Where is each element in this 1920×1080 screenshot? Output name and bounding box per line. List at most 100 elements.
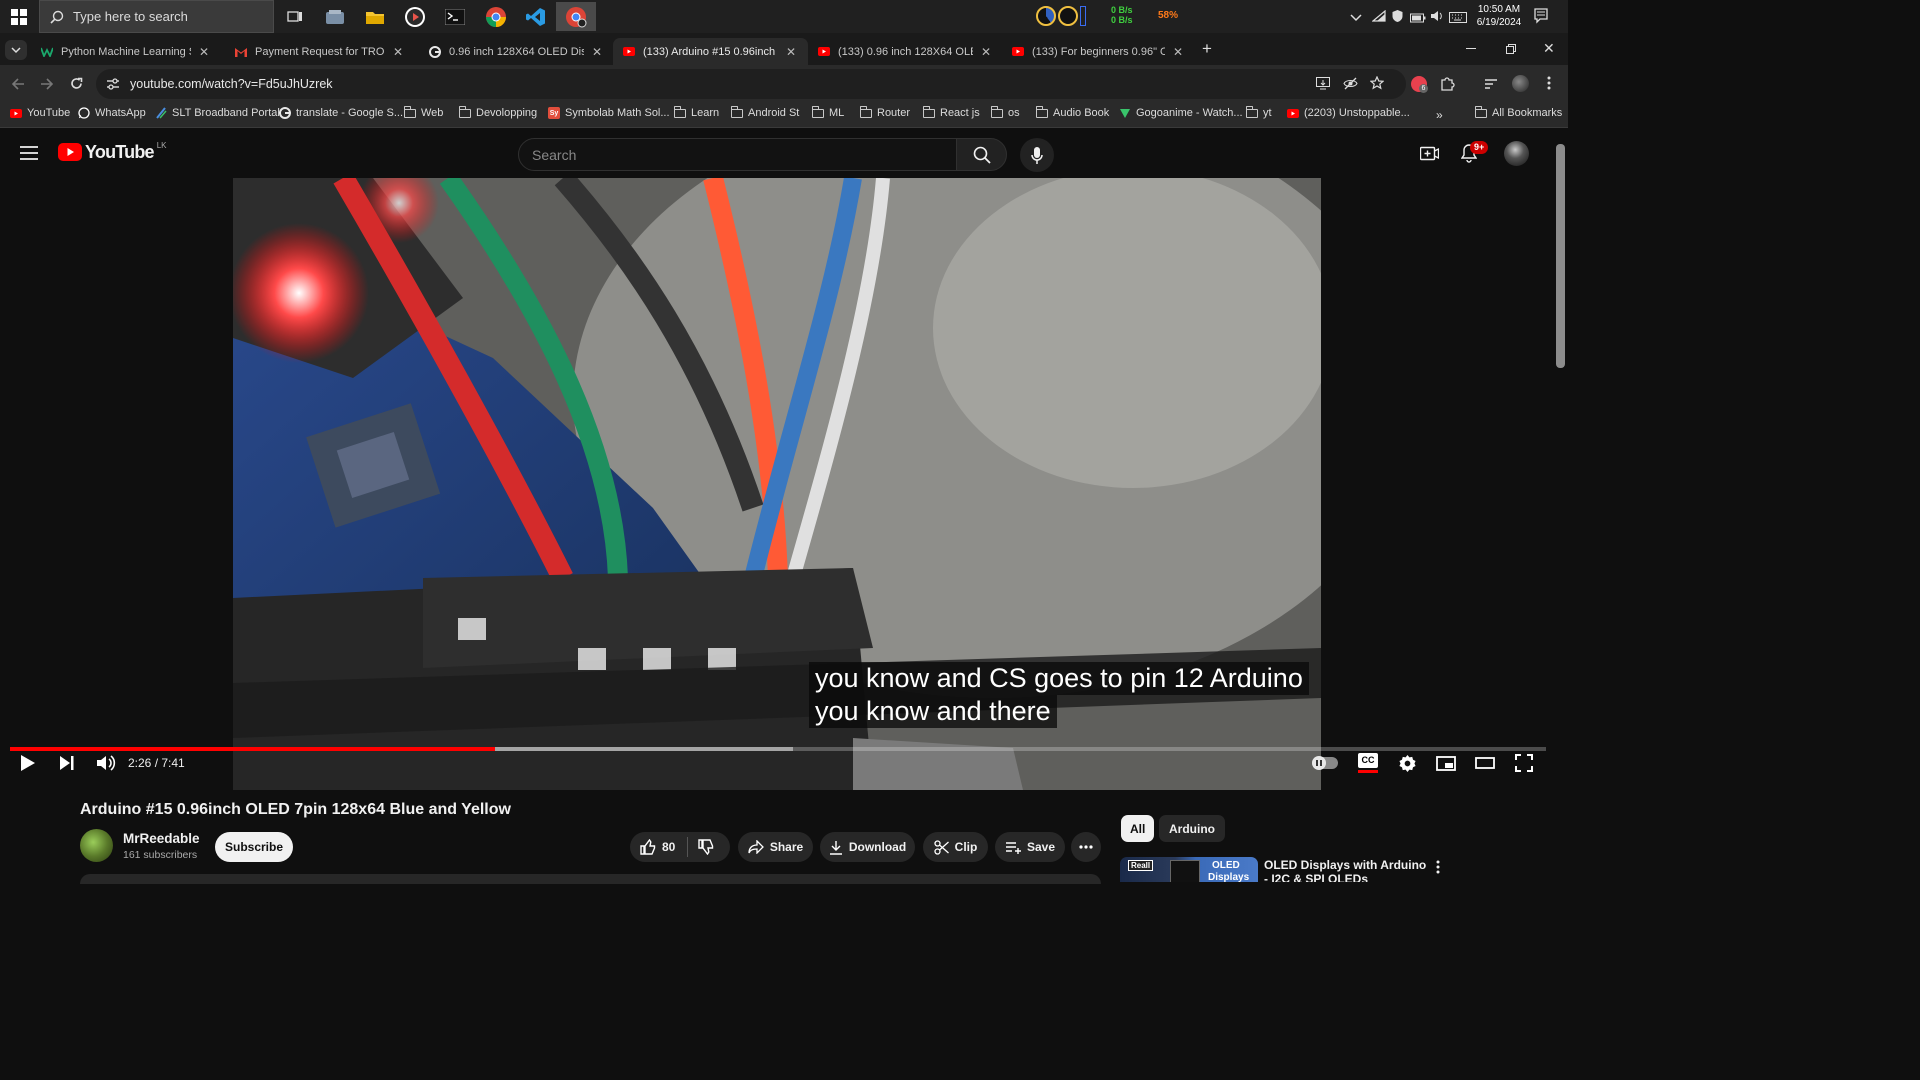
browser-tab[interactable]: 0.96 inch 128X64 OLED Display ✕	[419, 38, 614, 65]
fullscreen-button[interactable]	[1513, 748, 1535, 778]
channel-avatar[interactable]	[80, 829, 113, 862]
profile-avatar-icon[interactable]	[1512, 75, 1529, 92]
close-tab-icon[interactable]: ✕	[199, 45, 211, 59]
task-view-icon[interactable]	[275, 2, 315, 31]
share-button[interactable]: Share	[738, 832, 813, 862]
next-button[interactable]	[55, 748, 79, 778]
notification-center-icon[interactable]	[1534, 8, 1548, 29]
reading-list-icon[interactable]	[1484, 77, 1498, 95]
new-tab-icon[interactable]: +	[1202, 40, 1212, 57]
channel-name[interactable]: MrReedable	[123, 831, 200, 846]
theater-mode-button[interactable]	[1474, 748, 1496, 778]
hamburger-menu-icon[interactable]	[20, 146, 38, 165]
voice-search-button[interactable]	[1020, 138, 1054, 172]
save-button[interactable]: Save	[995, 832, 1065, 862]
video-player[interactable]: you know and CS goes to pin 12 Arduino y…	[233, 178, 1321, 790]
reload-icon[interactable]	[69, 76, 84, 96]
miniplayer-button[interactable]	[1435, 748, 1457, 778]
site-info-icon[interactable]	[106, 78, 120, 90]
download-button[interactable]: Download	[820, 832, 915, 862]
dislike-button[interactable]	[698, 839, 720, 855]
page-scrollbar[interactable]	[1556, 144, 1565, 368]
browser-menu-icon[interactable]	[1547, 76, 1551, 95]
recommended-more-icon[interactable]	[1436, 860, 1440, 879]
install-app-icon[interactable]	[1316, 77, 1330, 95]
bookmark-item[interactable]: SLT Broadband Portal	[155, 107, 280, 119]
window-close-icon[interactable]: ✕	[1543, 40, 1555, 57]
browser-tab[interactable]: Payment Request for TRONIC.LK ✕	[225, 38, 415, 65]
explorer-app-icon[interactable]	[315, 2, 355, 31]
recommended-video[interactable]: Reall OLED Displays OLED Displays with A…	[1120, 857, 1540, 882]
wifi-icon[interactable]	[1371, 9, 1386, 27]
more-actions-button[interactable]	[1071, 832, 1101, 862]
tracking-eye-off-icon[interactable]	[1343, 77, 1358, 95]
like-button[interactable]: 80	[640, 839, 675, 855]
tray-chevron-icon[interactable]	[1350, 10, 1362, 28]
extensions-puzzle-icon[interactable]	[1440, 76, 1455, 96]
forward-arrow-icon[interactable]	[40, 77, 54, 96]
create-video-icon[interactable]	[1419, 146, 1440, 166]
close-tab-icon[interactable]: ✕	[592, 45, 604, 59]
bookmark-folder[interactable]: Audio Book	[1035, 105, 1109, 119]
volume-button[interactable]	[93, 748, 119, 778]
bookmark-folder[interactable]: os	[990, 105, 1020, 119]
all-bookmarks[interactable]: All Bookmarks	[1474, 105, 1562, 119]
bookmark-folder[interactable]: Android St	[730, 105, 799, 119]
vscode-icon[interactable]	[516, 2, 556, 31]
clip-button[interactable]: Clip	[923, 832, 988, 862]
close-tab-icon[interactable]: ✕	[393, 45, 405, 59]
terminal-icon[interactable]	[435, 2, 475, 31]
bookmark-star-icon[interactable]	[1369, 75, 1385, 95]
close-tab-icon[interactable]: ✕	[1173, 45, 1185, 59]
browser-tab[interactable]: (133) For beginners 0.96" OLED ✕	[1002, 38, 1195, 65]
omnibox[interactable]: youtube.com/watch?v=Fd5uJhUzrek	[96, 69, 1406, 99]
restore-icon[interactable]	[1506, 44, 1516, 54]
bookmarks-overflow-icon[interactable]: »	[1436, 108, 1443, 122]
bookmark-folder[interactable]: yt	[1245, 105, 1272, 119]
chip-all[interactable]: All	[1121, 815, 1155, 842]
bookmark-folder[interactable]: Web	[403, 105, 443, 119]
bookmark-item[interactable]: YouTube	[10, 107, 70, 119]
search-button[interactable]	[956, 138, 1007, 171]
volume-icon[interactable]	[1430, 9, 1444, 27]
file-explorer-icon[interactable]	[355, 2, 395, 31]
bookmark-folder[interactable]: ML	[811, 105, 844, 119]
bookmark-folder[interactable]: Devolopping	[458, 105, 537, 119]
bookmark-item[interactable]: translate - Google S...	[279, 107, 403, 119]
battery-icon[interactable]	[1410, 10, 1426, 28]
bookmark-folder[interactable]: Learn	[673, 105, 719, 119]
minimize-icon[interactable]	[1466, 48, 1476, 49]
account-avatar[interactable]	[1504, 141, 1529, 166]
extension-badge-icon[interactable]: 6	[1411, 76, 1428, 93]
search-bar[interactable]: Search	[518, 138, 957, 171]
taskbar-search-box[interactable]: Type here to search	[39, 0, 274, 33]
tab-search-icon[interactable]	[5, 40, 27, 60]
media-player-icon[interactable]	[395, 2, 435, 31]
browser-tab[interactable]: (133) 0.96 inch 128X64 OLED Di ✕	[808, 38, 1003, 65]
close-tab-icon[interactable]: ✕	[786, 45, 798, 59]
settings-button[interactable]	[1396, 748, 1418, 778]
chrome-icon[interactable]	[476, 2, 516, 31]
chrome-profile-icon[interactable]	[556, 2, 596, 31]
defender-icon[interactable]	[1391, 9, 1404, 28]
bookmark-item[interactable]: Sy Symbolab Math Sol...	[548, 107, 670, 119]
windows-start-icon[interactable]	[0, 2, 38, 31]
bookmark-item[interactable]: WhatsApp	[78, 107, 146, 119]
bookmark-item[interactable]: (2203) Unstoppable...	[1287, 107, 1410, 119]
bookmark-folder[interactable]: Router	[859, 105, 910, 119]
browser-tab[interactable]: Python Machine Learning Stand ✕	[31, 38, 221, 65]
bookmark-item[interactable]: Gogoanime - Watch...	[1119, 107, 1243, 119]
bookmark-folder[interactable]: React js	[922, 105, 980, 119]
close-tab-icon[interactable]: ✕	[981, 45, 993, 59]
back-arrow-icon[interactable]	[11, 77, 25, 96]
chip-arduino[interactable]: Arduino	[1159, 815, 1225, 842]
notifications-bell-icon[interactable]: 9+	[1460, 141, 1489, 168]
keyboard-icon[interactable]	[1449, 10, 1467, 28]
subscribe-button[interactable]: Subscribe	[215, 832, 293, 862]
browser-tab-active[interactable]: (133) Arduino #15 0.96inch OLED ✕	[613, 38, 808, 65]
youtube-logo[interactable]: YouTube LK	[58, 141, 167, 161]
play-button[interactable]	[16, 748, 40, 778]
autoplay-toggle[interactable]	[1311, 748, 1339, 778]
captions-button[interactable]: CC	[1356, 748, 1380, 778]
clock[interactable]: 10:50 AM 6/19/2024	[1474, 3, 1524, 29]
